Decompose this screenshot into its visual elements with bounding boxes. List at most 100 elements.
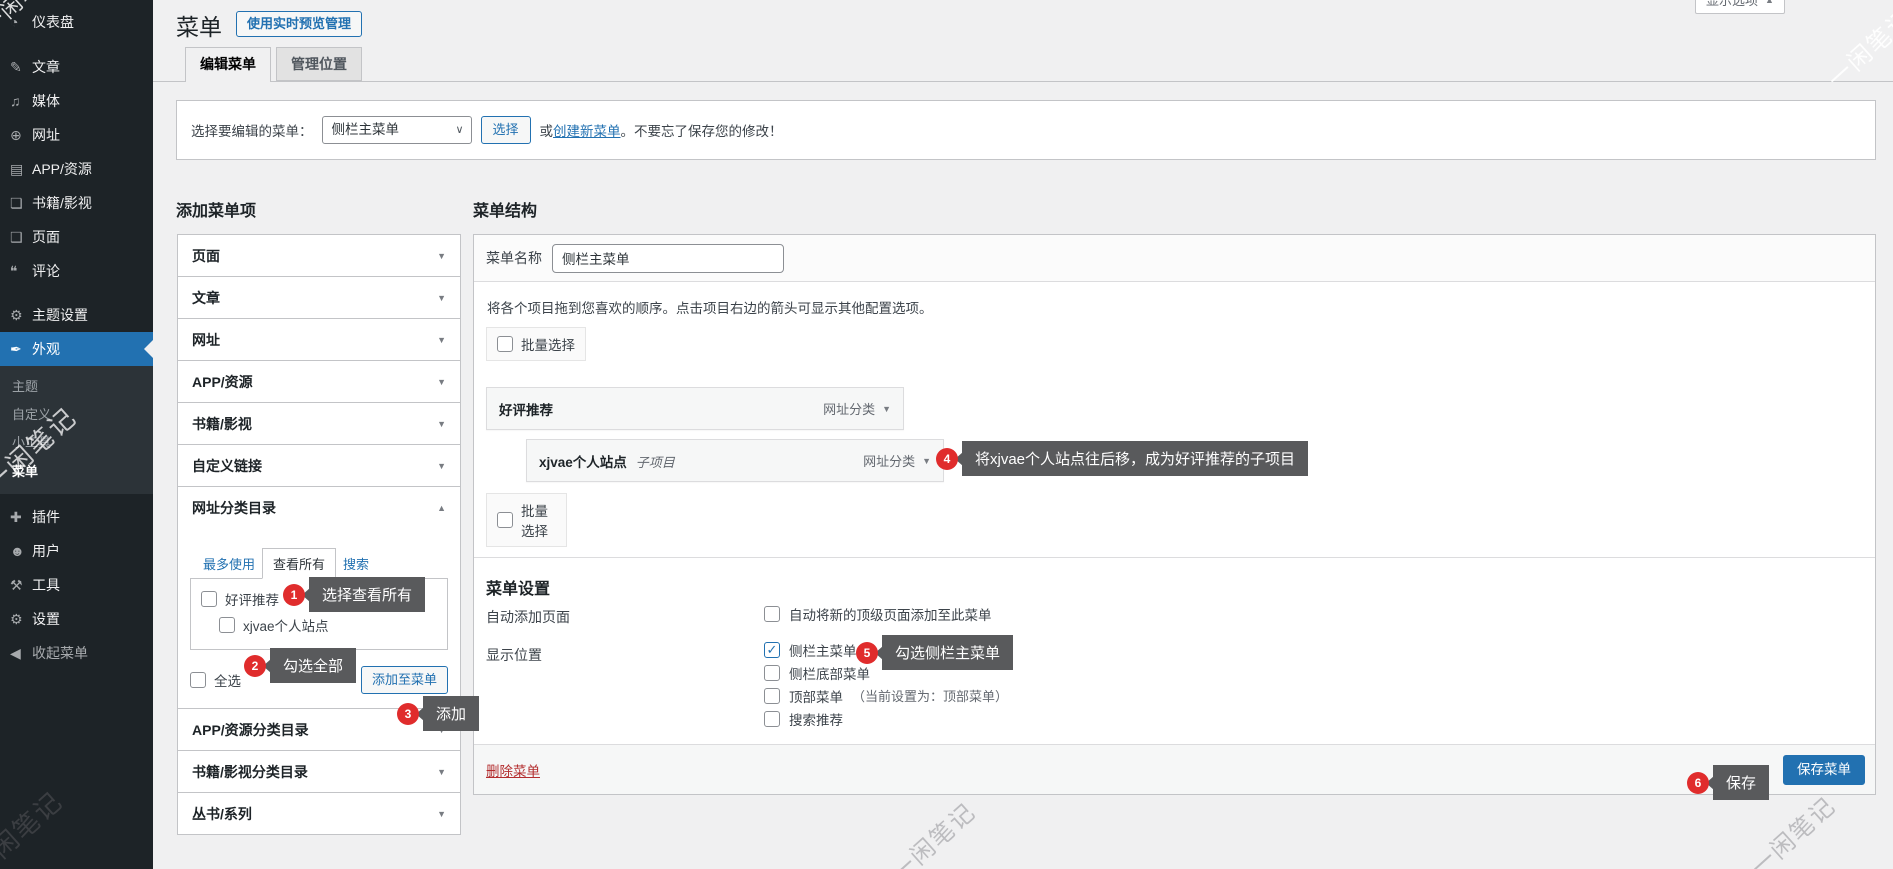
tab-most-used[interactable]: 最多使用 bbox=[196, 549, 262, 578]
sidebar-label: 仪表盘 bbox=[32, 12, 74, 32]
sidebar-item-posts[interactable]: ✎ 文章 bbox=[0, 50, 153, 84]
checkbox-top-menu[interactable] bbox=[764, 688, 780, 704]
tabs-underline bbox=[153, 81, 1893, 82]
menu-item-controls[interactable]: 网址分类 ▼ bbox=[823, 399, 891, 418]
accordion-app-resources[interactable]: APP/资源 ▼ bbox=[177, 360, 461, 403]
save-menu-button[interactable]: 保存菜单 bbox=[1783, 755, 1865, 785]
annotation-3: 3 添加 bbox=[397, 696, 479, 731]
sidebar-item-settings[interactable]: ⚙ 设置 bbox=[0, 602, 153, 636]
submenu-item-themes[interactable]: 主题 bbox=[0, 373, 153, 401]
chevron-down-icon: ▼ bbox=[437, 419, 446, 429]
menu-item-controls[interactable]: 网址分类 ▼ bbox=[863, 451, 931, 470]
accordion-series[interactable]: 丛书/系列 ▼ bbox=[177, 792, 461, 835]
checkbox-auto-add-pages[interactable] bbox=[764, 606, 780, 622]
menu-settings-title: 菜单设置 bbox=[486, 575, 550, 599]
submenu-item-widgets[interactable]: 小工具 bbox=[0, 429, 153, 457]
checkbox-bulk-select-top[interactable] bbox=[497, 336, 513, 352]
accordion-posts[interactable]: 文章 ▼ bbox=[177, 276, 461, 319]
collapse-icon: ◀ bbox=[10, 645, 32, 662]
sidebar-item-links[interactable]: ⊕ 网址 bbox=[0, 118, 153, 152]
sidebar-item-collapse-menu[interactable]: ◀ 收起菜单 bbox=[0, 636, 153, 670]
sidebar-label: 网址 bbox=[32, 125, 60, 145]
annotation-tooltip-6: 保存 bbox=[1713, 765, 1769, 800]
sidebar-label: APP/资源 bbox=[32, 159, 92, 179]
tab-search[interactable]: 搜索 bbox=[336, 549, 376, 578]
checkbox-term-haopingtuijian[interactable] bbox=[201, 591, 217, 607]
annotation-tooltip-3: 添加 bbox=[423, 696, 479, 731]
sidebar-item-comments[interactable]: ❝ 评论 bbox=[0, 254, 153, 288]
accordion-pages[interactable]: 页面 ▼ bbox=[177, 234, 461, 277]
checkbox-search-recommend[interactable] bbox=[764, 711, 780, 727]
book-icon: ❏ bbox=[10, 195, 32, 212]
delete-menu-link[interactable]: 删除菜单 bbox=[486, 760, 540, 780]
annotation-badge-5: 5 bbox=[856, 642, 878, 664]
screen-options-button[interactable]: 显示选项 ▲ bbox=[1695, 0, 1785, 14]
auto-add-option-label: 自动将新的顶级页面添加至此菜单 bbox=[789, 604, 992, 624]
sidebar-label: 主题设置 bbox=[32, 305, 88, 325]
accordion-link-categories[interactable]: 网址分类目录 ▲ bbox=[177, 486, 461, 529]
menu-select-label: 选择要编辑的菜单： bbox=[191, 120, 313, 140]
sidebar-item-pages[interactable]: ❑ 页面 bbox=[0, 220, 153, 254]
location-label: 搜索推荐 bbox=[789, 709, 843, 729]
sidebar-item-media[interactable]: ♫ 媒体 bbox=[0, 84, 153, 118]
brush-icon: ✒ bbox=[10, 341, 32, 358]
screen-options-label: 显示选项 bbox=[1706, 0, 1758, 9]
bulk-select-top: 批量选择 bbox=[486, 327, 586, 361]
menu-name-input[interactable] bbox=[552, 244, 784, 273]
checkbox-sidebar-main-menu[interactable]: ✓ bbox=[764, 642, 780, 658]
appearance-submenu: 主题 自定义 小工具 菜单 bbox=[0, 366, 153, 494]
tab-edit-menus[interactable]: 编辑菜单 bbox=[185, 47, 271, 82]
sidebar-label: 评论 bbox=[32, 261, 60, 281]
sidebar-item-tools[interactable]: ⚒ 工具 bbox=[0, 568, 153, 602]
live-preview-button[interactable]: 使用实时预览管理 bbox=[236, 11, 362, 37]
select-all-label: 全选 bbox=[214, 670, 241, 690]
checkbox-sidebar-bottom-menu[interactable] bbox=[764, 665, 780, 681]
sidebar-label: 文章 bbox=[32, 57, 60, 77]
checkbox-select-all[interactable] bbox=[190, 672, 206, 688]
menu-name-row: 菜单名称 bbox=[474, 235, 1875, 282]
sidebar-item-app-resources[interactable]: ▤ APP/资源 bbox=[0, 152, 153, 186]
submenu-item-customize[interactable]: 自定义 bbox=[0, 401, 153, 429]
select-menu-button[interactable]: 选择 bbox=[481, 116, 531, 144]
submenu-item-menus[interactable]: 菜单 bbox=[0, 457, 153, 487]
sidebar-item-books-movies[interactable]: ❏ 书籍/影视 bbox=[0, 186, 153, 220]
tab-view-all[interactable]: 查看所有 bbox=[262, 548, 336, 579]
term-tabs: 最多使用 查看所有 搜索 bbox=[196, 548, 448, 578]
chevron-down-icon: ▼ bbox=[437, 335, 446, 345]
create-menu-text: 或创建新菜单。不要忘了保存您的修改！ bbox=[540, 120, 783, 140]
menu-item-haopingtuijian[interactable]: 好评推荐 网址分类 ▼ bbox=[486, 387, 904, 430]
bulk-select-bottom: 批量选择 bbox=[486, 493, 567, 547]
accordion-books-movies[interactable]: 书籍/影视 ▼ bbox=[177, 402, 461, 445]
sidebar-label: 外观 bbox=[32, 339, 60, 359]
accordion-custom-links[interactable]: 自定义链接 ▼ bbox=[177, 444, 461, 487]
term-label: 好评推荐 bbox=[225, 589, 279, 609]
accordion-links[interactable]: 网址 ▼ bbox=[177, 318, 461, 361]
plugin-icon: ✚ bbox=[10, 509, 32, 526]
accordion-book-categories[interactable]: 书籍/影视分类目录 ▼ bbox=[177, 750, 461, 793]
chevron-down-icon: ▼ bbox=[437, 461, 446, 471]
sidebar-item-plugins[interactable]: ✚ 插件 bbox=[0, 500, 153, 534]
chevron-down-icon: ▼ bbox=[437, 377, 446, 387]
sidebar-label: 书籍/影视 bbox=[32, 193, 92, 213]
sidebar-item-dashboard[interactable]: ◔ 仪表盘 bbox=[0, 5, 153, 39]
settings-divider bbox=[474, 557, 1875, 558]
sidebar-item-users[interactable]: ☻ 用户 bbox=[0, 534, 153, 568]
menu-select-dropdown[interactable]: 侧栏主菜单 ∨ bbox=[322, 116, 472, 144]
active-item-arrow bbox=[144, 340, 153, 358]
sidebar-label: 设置 bbox=[32, 609, 60, 629]
add-to-menu-button[interactable]: 添加至菜单 bbox=[361, 666, 448, 694]
sidebar-item-theme-settings[interactable]: ⚙ 主题设置 bbox=[0, 298, 153, 332]
auto-add-row: 自动将新的顶级页面添加至此菜单 bbox=[764, 604, 992, 624]
annotation-badge-4: 4 bbox=[936, 448, 958, 470]
page-tabs: 编辑菜单 管理位置 bbox=[185, 47, 362, 82]
checkbox-bulk-select-bottom[interactable] bbox=[497, 512, 513, 528]
sidebar-item-appearance[interactable]: ✒ 外观 bbox=[0, 332, 153, 366]
checkbox-term-xjvae[interactable] bbox=[219, 617, 235, 633]
tab-manage-locations[interactable]: 管理位置 bbox=[276, 47, 362, 81]
menu-item-xjvae-child[interactable]: xjvae个人站点子项目 网址分类 ▼ bbox=[526, 439, 944, 482]
media-icon: ♫ bbox=[10, 93, 32, 109]
location-label: 顶部菜单 bbox=[789, 686, 843, 706]
annotation-tooltip-2: 勾选全部 bbox=[270, 648, 356, 683]
comment-icon: ❝ bbox=[10, 263, 32, 280]
create-new-menu-link[interactable]: 创建新菜单 bbox=[553, 124, 621, 139]
